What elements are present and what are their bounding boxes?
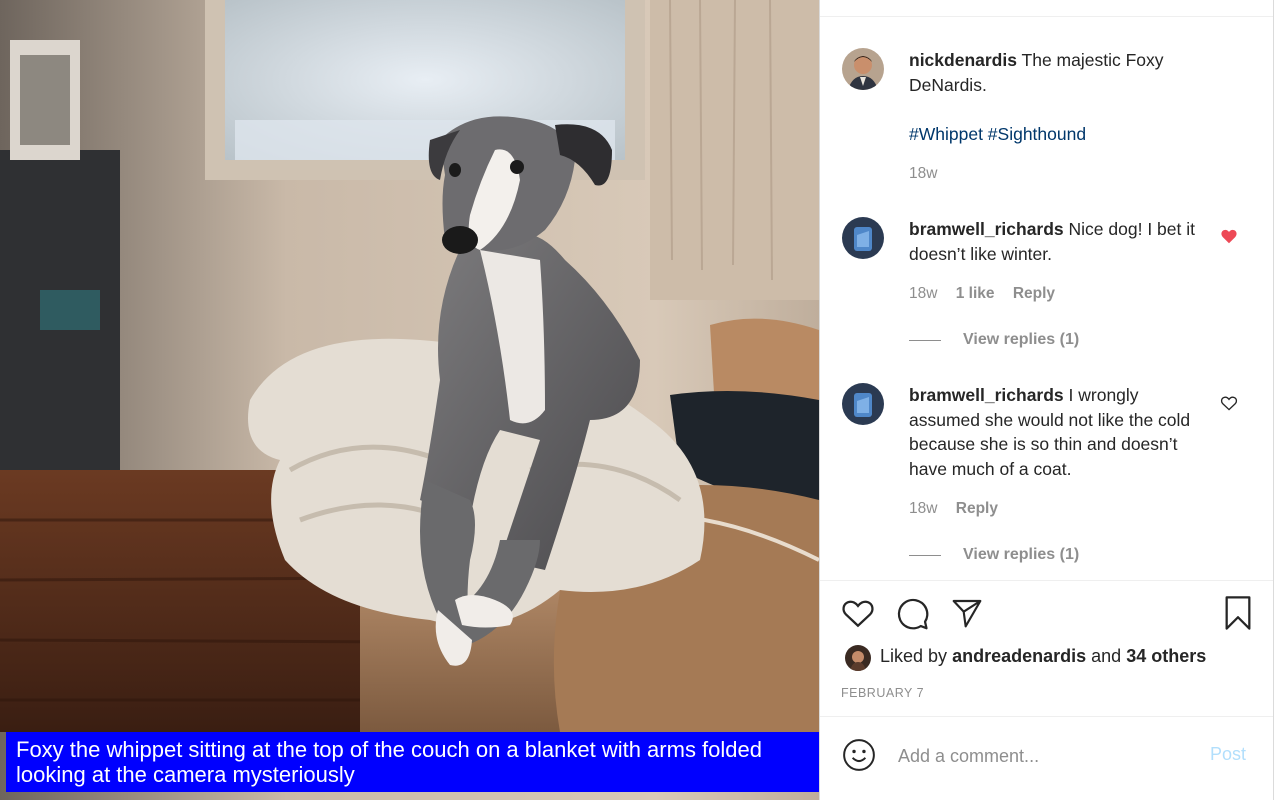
comment-time[interactable]: 18w [909,500,937,517]
view-replies-button[interactable]: View replies (1) [963,331,1079,349]
add-comment-input[interactable] [896,742,1160,770]
reply-button[interactable]: Reply [956,500,998,517]
post-caption: nickdenardis The majestic Foxy DeNardis. [909,48,1209,97]
post-time[interactable]: 18w [909,165,937,183]
comment-time[interactable]: 18w [909,285,937,302]
actions-top-divider [820,580,1273,581]
author-username[interactable]: nickdenardis [909,50,1017,70]
emoji-icon[interactable] [842,738,876,777]
post-photo[interactable]: Foxy the whippet sitting at the top of t… [0,0,819,800]
panel-top-divider [820,16,1273,17]
image-caption-overlay: Foxy the whippet sitting at the top of t… [6,732,819,792]
comment-2-meta: 18w Reply [909,500,998,518]
view-replies-line [909,555,941,556]
commenter-avatar[interactable] [842,217,884,259]
liker-avatar-image [845,645,871,671]
bookmark-icon[interactable] [1223,596,1253,635]
commenter-avatar-image [842,383,884,425]
comment-1: bramwell_richards Nice dog! I bet it doe… [909,217,1199,266]
comment-like-heart-filled-icon[interactable] [1220,228,1238,249]
author-avatar[interactable] [842,48,884,90]
view-replies-button[interactable]: View replies (1) [963,546,1079,564]
commenter-avatar[interactable] [842,383,884,425]
comment-username[interactable]: bramwell_richards [909,219,1064,239]
comment-2: bramwell_richards I wrongly assumed she … [909,383,1199,481]
view-replies-line [909,340,941,341]
liker-avatar[interactable] [845,645,871,671]
liked-by-summary: Liked by andreadenardis and 34 others [880,646,1206,667]
reply-button[interactable]: Reply [1013,285,1055,302]
liked-by-label: Liked by [880,646,948,666]
comment-1-meta: 18w 1 like Reply [909,285,1055,303]
post-comment-button[interactable]: Post [1210,744,1246,765]
comment-username[interactable]: bramwell_richards [909,385,1064,405]
author-avatar-image [842,48,884,90]
share-icon[interactable] [950,597,984,634]
comment-box-divider [820,716,1273,717]
liked-by-and: and [1091,646,1122,666]
comment-like-heart-outline-icon[interactable] [1220,395,1238,416]
caption-hashtags[interactable]: #Whippet #Sighthound [909,122,1209,147]
comment-icon[interactable] [896,597,930,636]
heart-icon[interactable] [841,597,875,634]
commenter-avatar-image [842,217,884,259]
post-details-panel: nickdenardis The majestic Foxy DeNardis.… [819,0,1274,800]
post-date[interactable]: FEBRUARY 7 [841,686,924,700]
liker-username[interactable]: andreadenardis [952,646,1086,666]
whippet-photo-illustration [0,0,819,800]
others-likes-link[interactable]: 34 others [1126,646,1206,666]
comment-like-count[interactable]: 1 like [956,285,995,302]
